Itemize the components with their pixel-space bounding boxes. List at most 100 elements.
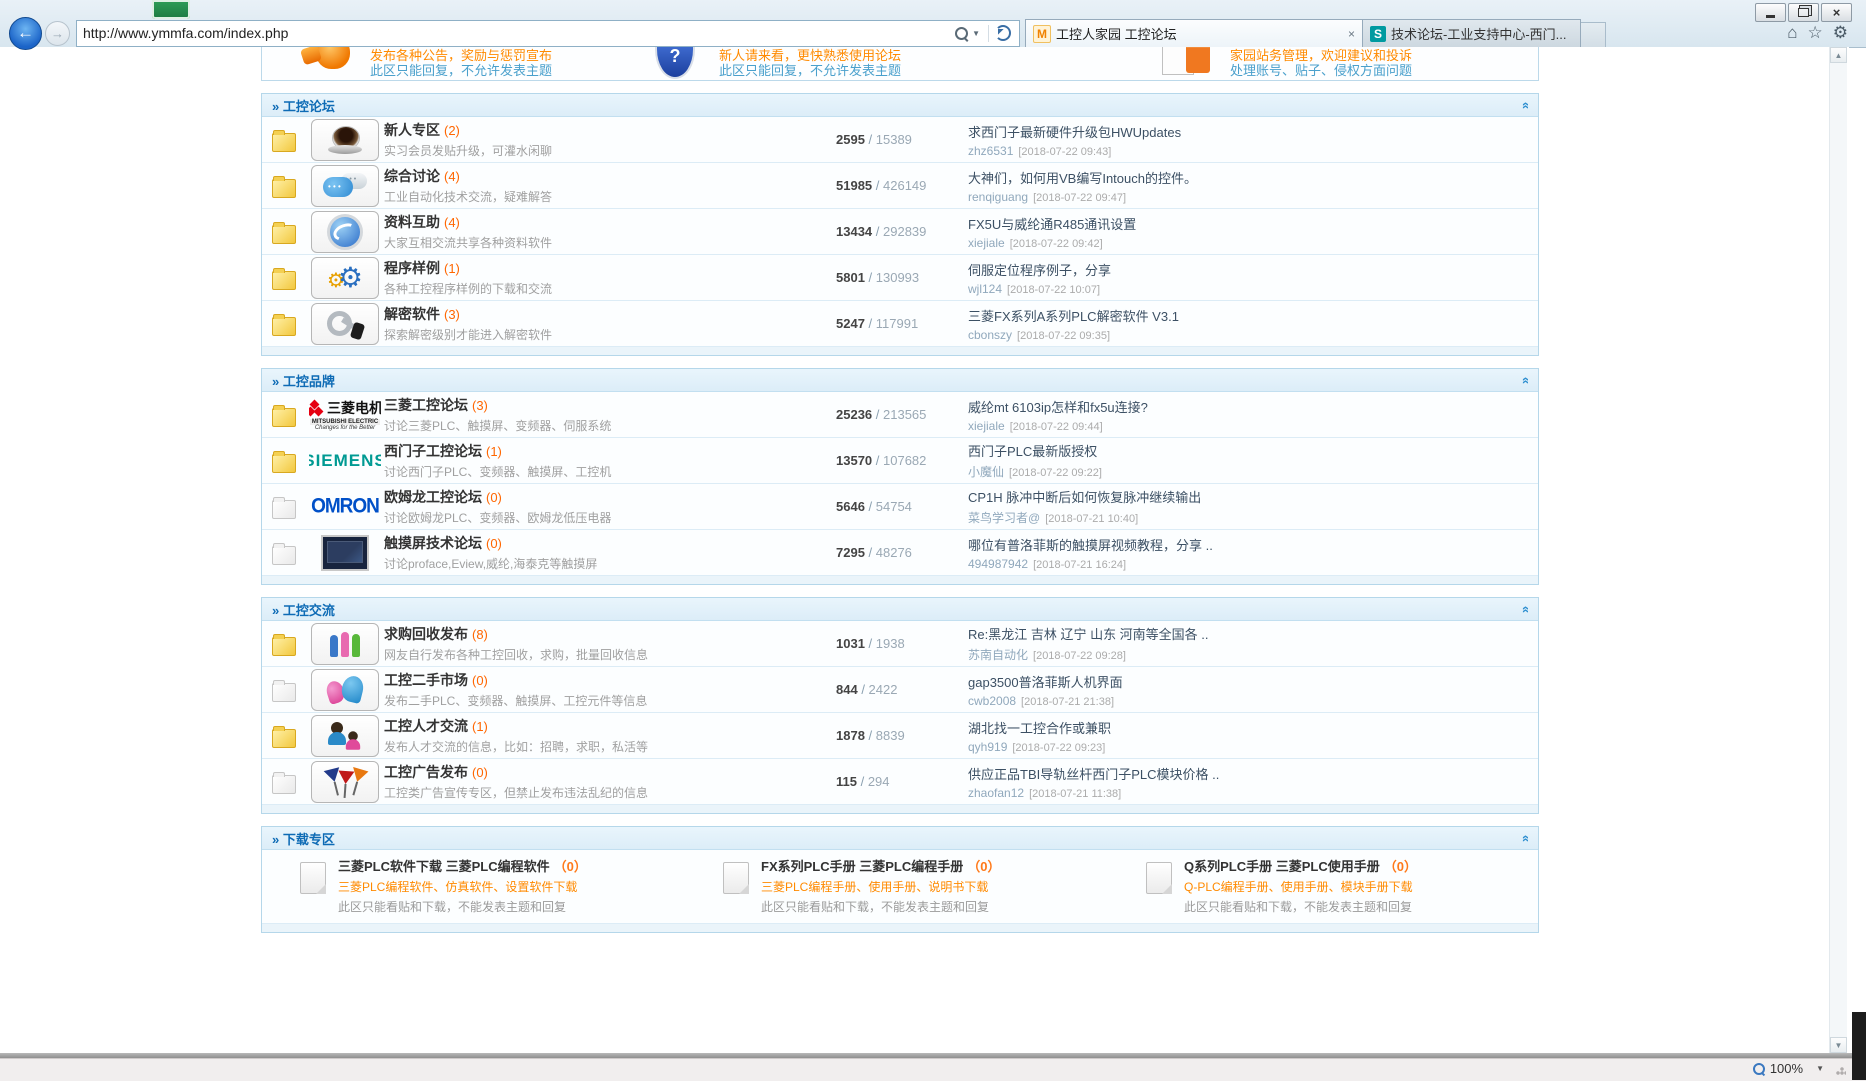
new-post-count: (1) — [486, 444, 502, 459]
cloudchat-icon[interactable] — [311, 165, 379, 207]
download-title-link[interactable]: 三菱PLC软件下载 三菱PLC编程软件（0） — [338, 856, 587, 875]
forum-name-link[interactable]: 三菱工控论坛 — [384, 397, 468, 413]
mitsubishi-icon[interactable]: 三菱电机MITSUBISHI ELECTRICChanges for the B… — [309, 394, 381, 436]
download-title-link[interactable]: Q系列PLC手册 三菱PLC使用手册（0） — [1184, 856, 1417, 875]
last-post-title[interactable]: Re:黑龙江 吉林 辽宁 山东 河南等全国各 .. — [968, 624, 1530, 643]
section-title[interactable]: » 工控论坛 — [272, 96, 335, 115]
forum-name-link[interactable]: 欧姆龙工控论坛 — [384, 489, 482, 505]
last-post-title[interactable]: 三菱FX系列A系列PLC解密软件 V3.1 — [968, 306, 1530, 325]
forum-name-link[interactable]: 求购回收发布 — [384, 626, 468, 642]
search-icon[interactable] — [955, 27, 968, 40]
zoom-level[interactable]: 100% — [1770, 1061, 1803, 1076]
forward-button[interactable]: → — [45, 21, 70, 46]
home-icon[interactable]: ⌂ — [1787, 23, 1797, 43]
siemens-icon[interactable]: SIEMENS — [309, 440, 381, 482]
download-sublink[interactable]: Q-PLC编程手册、使用手册、模块手册下载 — [1184, 878, 1417, 895]
omron-icon[interactable]: OMRON — [309, 486, 381, 528]
last-post-title[interactable]: 哪位有普洛菲斯的触摸屏视频教程，分享 .. — [968, 535, 1530, 554]
last-post-author[interactable]: zhaofan12 — [968, 786, 1024, 800]
notice-link[interactable]: 新人请来看，更快熟悉使用论坛 — [719, 48, 901, 63]
scroll-down-icon[interactable]: ▼ — [1830, 1037, 1847, 1053]
last-post-author[interactable]: xiejiale — [968, 419, 1005, 433]
address-bar[interactable]: http://www.ymmfa.com/index.php ▼ — [76, 20, 1020, 47]
scroll-up-icon[interactable]: ▲ — [1830, 47, 1847, 63]
collapse-icon[interactable]: » — [1517, 834, 1532, 841]
last-post-title[interactable]: 西门子PLC最新版授权 — [968, 441, 1530, 460]
collapse-icon[interactable]: » — [1517, 605, 1532, 612]
vertical-scrollbar[interactable]: ▲ ▼ — [1829, 47, 1847, 1053]
gears-icon[interactable]: ⚙⚙ — [311, 257, 379, 299]
new-tab-button[interactable] — [1581, 22, 1606, 47]
last-post-title[interactable]: 伺服定位程序例子，分享 — [968, 260, 1530, 279]
forum-name-link[interactable]: 触摸屏技术论坛 — [384, 535, 482, 551]
resize-grip[interactable] — [1836, 1065, 1846, 1075]
zoom-control[interactable]: 100% ▼ — [1753, 1061, 1824, 1076]
balloons-icon[interactable] — [311, 669, 379, 711]
section-title[interactable]: » 下载专区 — [272, 829, 335, 848]
touchscreen-icon[interactable] — [309, 532, 381, 574]
section-title[interactable]: » 工控交流 — [272, 600, 335, 619]
tab-close-icon[interactable]: × — [1348, 27, 1355, 41]
coffee-icon[interactable] — [311, 119, 379, 161]
new-post-count: (1) — [472, 719, 488, 734]
tab-tech-forum[interactable]: S 技术论坛-工业支持中心-西门... — [1363, 19, 1581, 47]
forum-name-link[interactable]: 资料互助 — [384, 214, 440, 230]
chevron-down-icon[interactable]: ▼ — [972, 29, 980, 38]
last-post-meta: 菜鸟学习者@[2018-07-21 10:40] — [968, 509, 1530, 526]
back-button[interactable]: ← — [9, 17, 42, 50]
download-title-link[interactable]: FX系列PLC手册 三菱PLC编程手册（0） — [761, 856, 1000, 875]
new-post-count: (4) — [444, 169, 460, 184]
last-post-title[interactable]: 威纶mt 6103ip怎样和fx5u连接? — [968, 397, 1530, 416]
tab-forum-home[interactable]: M 工控人家园 工控论坛 × — [1025, 19, 1363, 47]
last-post-author[interactable]: xiejiale — [968, 236, 1005, 250]
last-post-title[interactable]: 湖北找一工控合作或兼职 — [968, 718, 1530, 737]
last-post-author[interactable]: cbonszy — [968, 328, 1012, 342]
forum-name-link[interactable]: 综合讨论 — [384, 168, 440, 184]
forum-name-link[interactable]: 新人专区 — [384, 122, 440, 138]
collapse-icon[interactable]: » — [1517, 376, 1532, 383]
forum-name-link[interactable]: 工控人才交流 — [384, 718, 468, 734]
section-title[interactable]: » 工控品牌 — [272, 371, 335, 390]
status-col — [262, 678, 306, 702]
notice-subtext[interactable]: 此区只能回复，不允许发表主题 — [719, 63, 901, 78]
cocktail-icon[interactable] — [311, 761, 379, 803]
last-post-title[interactable]: 供应正品TBI导轨丝杆西门子PLC模块价格 .. — [968, 764, 1530, 783]
notice-subtext[interactable]: 处理账号、贴子、侵权方面问题 — [1230, 63, 1412, 78]
url-text[interactable]: http://www.ymmfa.com/index.php — [83, 25, 952, 41]
people-icon[interactable] — [311, 623, 379, 665]
zoom-caret-icon[interactable]: ▼ — [1816, 1064, 1824, 1073]
star-icon[interactable]: ☆ — [1808, 23, 1823, 43]
collapse-icon[interactable]: » — [1517, 101, 1532, 108]
last-post-title[interactable]: 求西门子最新硬件升级包HWUpdates — [968, 122, 1530, 141]
refresh-icon[interactable] — [995, 25, 1011, 41]
notice-link[interactable]: 发布各种公告，奖励与惩罚宣布 — [370, 48, 552, 63]
last-post-author[interactable]: qyh919 — [968, 740, 1007, 754]
last-post-author[interactable]: zhz6531 — [968, 144, 1013, 158]
notice-text: 发布各种公告，奖励与惩罚宣布此区只能回复，不允许发表主题 — [370, 47, 552, 78]
last-post-title[interactable]: 大神们，如何用VB编写Intouch的控件。 — [968, 168, 1530, 187]
keys-icon[interactable] — [311, 303, 379, 345]
forum-name-link[interactable]: 程序样例 — [384, 260, 440, 276]
last-post-title[interactable]: CP1H 脉冲中断后如何恢复脉冲继续输出 — [968, 487, 1530, 506]
last-post-title[interactable]: FX5U与威纶通R485通讯设置 — [968, 214, 1530, 233]
notice-link[interactable]: 家园站务管理，欢迎建议和投诉 — [1230, 48, 1412, 63]
download-sublink[interactable]: 三菱PLC编程手册、使用手册、说明书下载 — [761, 878, 1000, 895]
last-post-author[interactable]: 菜鸟学习者@ — [968, 511, 1040, 525]
globe-icon[interactable] — [311, 211, 379, 253]
forum-name-link[interactable]: 西门子工控论坛 — [384, 443, 482, 459]
gear-icon[interactable]: ⚙ — [1833, 23, 1848, 43]
notice-subtext[interactable]: 此区只能回复，不允许发表主题 — [370, 63, 552, 78]
last-post-author[interactable]: 494987942 — [968, 557, 1028, 571]
forum-name-link[interactable]: 解密软件 — [384, 306, 440, 322]
notice-text: 家园站务管理，欢迎建议和投诉处理账号、贴子、侵权方面问题 — [1230, 47, 1412, 78]
forum-name-link[interactable]: 工控二手市场 — [384, 672, 468, 688]
last-post-author[interactable]: 苏南自动化 — [968, 648, 1028, 662]
forum-name-link[interactable]: 工控广告发布 — [384, 764, 468, 780]
last-post-author[interactable]: wjl124 — [968, 282, 1002, 296]
last-post-author[interactable]: renqiguang — [968, 190, 1028, 204]
last-post-author[interactable]: 小魔仙 — [968, 465, 1004, 479]
last-post-title[interactable]: gap3500普洛菲斯人机界面 — [968, 672, 1530, 691]
twopeople-icon[interactable] — [311, 715, 379, 757]
download-sublink[interactable]: 三菱PLC编程软件、仿真软件、设置软件下载 — [338, 878, 587, 895]
last-post-author[interactable]: cwb2008 — [968, 694, 1016, 708]
